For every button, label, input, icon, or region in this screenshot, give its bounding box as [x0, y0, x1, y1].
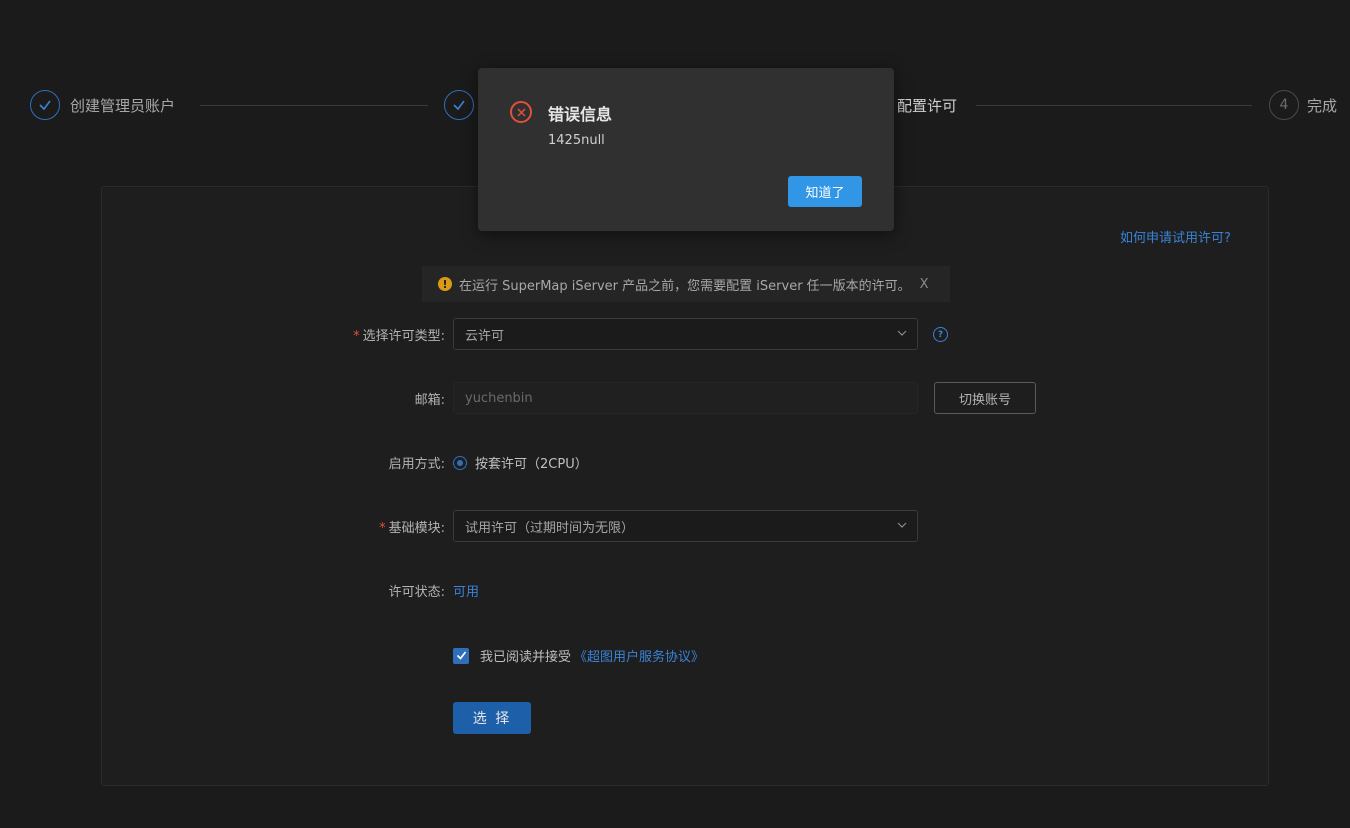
check-icon: [444, 90, 474, 120]
email-label: 邮箱:: [414, 393, 445, 408]
step-3: 配置许可: [887, 88, 957, 122]
chevron-down-icon: [897, 522, 907, 528]
activation-radio[interactable]: 按套许可（2CPU）: [453, 453, 588, 472]
help-link[interactable]: 如何申请试用许可?: [1120, 227, 1231, 246]
modal-ok-button[interactable]: 知道了: [788, 176, 862, 207]
base-module-value: 试用许可（过期时间为无限）: [465, 520, 635, 536]
status-label: 许可状态:: [388, 585, 445, 600]
help-icon[interactable]: ?: [933, 327, 948, 342]
step-3-title: 配置许可: [897, 96, 958, 115]
checkmark-icon: [456, 651, 466, 660]
agreement-row: 我已阅读并接受 《超图用户服务协议》: [453, 646, 704, 665]
agreement-text: 我已阅读并接受: [480, 650, 572, 665]
license-type-label-text: 选择许可类型:: [362, 329, 445, 344]
base-module-select[interactable]: 试用许可（过期时间为无限）: [453, 510, 918, 542]
license-type-select[interactable]: 云许可: [453, 318, 918, 350]
agreement-checkbox[interactable]: [453, 647, 469, 664]
step-4: 4 完成: [1269, 88, 1337, 122]
step-divider: [200, 105, 428, 106]
radio-dot: [457, 459, 463, 466]
chevron-down-icon: [897, 330, 907, 336]
modal-message: 1425null: [548, 133, 605, 148]
base-module-label: * 基础模块:: [379, 517, 445, 536]
agreement-link[interactable]: 《超图用户服务协议》: [574, 646, 704, 665]
base-module-label-text: 基础模块:: [388, 521, 445, 536]
info-alert: ! 在运行 SuperMap iServer 产品之前，您需要配置 iServe…: [422, 266, 950, 302]
error-circle-icon: [510, 101, 532, 123]
radio-button[interactable]: [453, 455, 467, 470]
step-4-title: 完成: [1307, 96, 1338, 115]
check-icon: [30, 90, 60, 120]
status-value: 可用: [453, 585, 480, 600]
switch-account-button[interactable]: 切换账号: [934, 382, 1036, 414]
required-marker: *: [379, 521, 386, 536]
license-type-value: 云许可: [465, 328, 505, 344]
activation-label: 启用方式:: [388, 457, 445, 472]
alert-text: 在运行 SuperMap iServer 产品之前，您需要配置 iServer …: [459, 278, 911, 294]
step-divider: [976, 105, 1252, 106]
modal-title: 错误信息: [548, 105, 613, 124]
step-1: 创建管理员账户: [30, 88, 175, 122]
error-modal: 错误信息 1425null 知道了: [478, 68, 894, 231]
email-field: yuchenbin: [453, 382, 918, 414]
activation-option-label: 按套许可（2CPU）: [475, 457, 588, 472]
select-button[interactable]: 选 择: [453, 702, 531, 734]
license-type-label: * 选择许可类型:: [353, 325, 445, 344]
close-icon[interactable]: X: [920, 277, 929, 292]
step-1-title: 创建管理员账户: [70, 96, 176, 115]
required-marker: *: [353, 329, 360, 344]
step-4-number: 4: [1269, 90, 1299, 120]
warning-icon: !: [438, 277, 452, 291]
